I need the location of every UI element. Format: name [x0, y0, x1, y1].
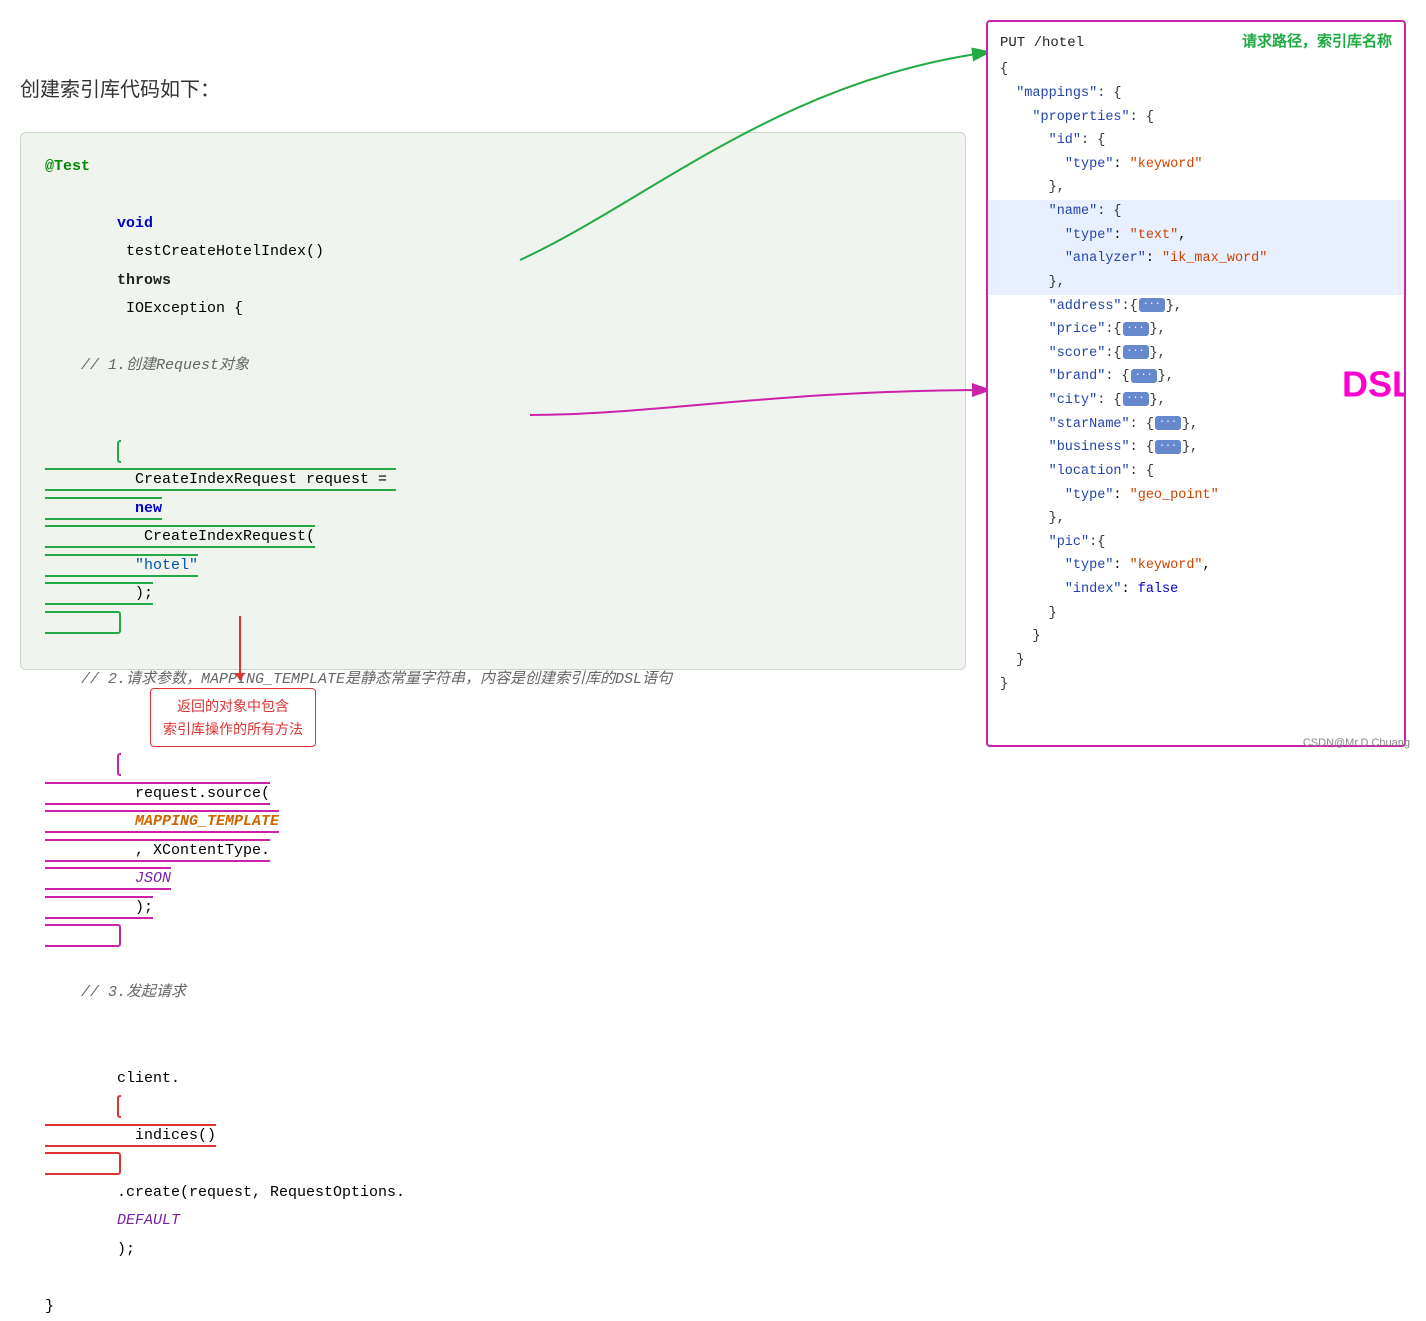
- json-type: JSON: [135, 870, 171, 887]
- comment-1: // 1.创建Request对象: [45, 352, 941, 381]
- json-l1: "mappings": {: [1000, 82, 1392, 106]
- json-l0: {: [1000, 58, 1392, 82]
- put-label: PUT /hotel: [1000, 31, 1084, 56]
- hotel-string: "hotel": [135, 557, 198, 574]
- code-line-4: client. indices() .create(request, Reque…: [45, 1008, 941, 1293]
- constructor: CreateIndexRequest(: [135, 528, 315, 545]
- json-l2: "properties": {: [1000, 106, 1392, 130]
- json-l12: "score":{···},: [1000, 342, 1392, 366]
- collapsed-brand: ···: [1131, 369, 1157, 383]
- json-l14: "city": {···},: [1000, 389, 1392, 413]
- json-l15: "starName": {···},: [1000, 413, 1392, 437]
- json-l3: "id": {: [1000, 129, 1392, 153]
- kw-void: void: [117, 215, 153, 232]
- json-l17: "location": {: [1000, 460, 1392, 484]
- dot-create: .create(request, RequestOptions.: [117, 1184, 405, 1201]
- indent-4: [117, 1041, 153, 1058]
- json-l22: "index": false: [1000, 578, 1392, 602]
- left-panel: 创建索引库代码如下： @Test void testCreateHotelInd…: [20, 20, 966, 747]
- indent-2: [117, 414, 153, 431]
- indices-method: indices(): [135, 1127, 216, 1144]
- code-block: @Test void testCreateHotelIndex() throws…: [20, 132, 966, 670]
- collapsed-business: ···: [1155, 440, 1181, 454]
- path-label: 请求路径，索引库名称: [1242, 30, 1392, 56]
- json-l13: "brand": {···},: [1000, 365, 1392, 389]
- json-l8: "analyzer": "ik_max_word": [988, 247, 1404, 271]
- main-container: 创建索引库代码如下： @Test void testCreateHotelInd…: [0, 0, 1426, 757]
- highlight-source: request.source( MAPPING_TEMPLATE , XCont…: [45, 753, 279, 947]
- json-l9: },: [988, 271, 1404, 295]
- class-name: CreateIndexRequest request =: [135, 471, 396, 488]
- comment-3: // 3.发起请求: [45, 979, 941, 1008]
- json-l24: }: [1000, 625, 1392, 649]
- collapsed-city: ···: [1123, 392, 1149, 406]
- json-l6: "name": {: [988, 200, 1404, 224]
- json-l10: "address":{···},: [1000, 295, 1392, 319]
- code-line-2: CreateIndexRequest request = new CreateI…: [45, 381, 941, 666]
- json-l16: "business": {···},: [1000, 436, 1392, 460]
- method-name: testCreateHotelIndex(): [117, 243, 333, 260]
- watermark: CSDN@Mr.D.Chuang: [1303, 737, 1410, 749]
- collapsed-score: ···: [1123, 345, 1149, 359]
- exception-name: IOException {: [117, 300, 243, 317]
- client-dot: client.: [117, 1070, 180, 1087]
- json-l19: },: [1000, 507, 1392, 531]
- highlight-create-request: CreateIndexRequest request = new CreateI…: [45, 440, 396, 634]
- kw-new: new: [135, 500, 162, 517]
- json-l20: "pic":{: [1000, 531, 1392, 555]
- json-l7: "type": "text",: [988, 224, 1404, 248]
- json-l4: "type": "keyword": [1000, 153, 1392, 177]
- json-l18: "type": "geo_point": [1000, 484, 1392, 508]
- page-title: 创建索引库代码如下：: [20, 73, 966, 102]
- close-source: );: [135, 899, 153, 916]
- annotation-test: @Test: [45, 153, 941, 182]
- arrow-head-red: [235, 673, 245, 681]
- json-l26: }: [1000, 673, 1392, 697]
- collapsed-starname: ···: [1155, 416, 1181, 430]
- code-close-brace: }: [45, 1293, 941, 1321]
- indent-3: [117, 728, 153, 745]
- close-create: );: [117, 1241, 135, 1258]
- highlight-indices: indices(): [45, 1095, 216, 1175]
- comma-space: , XContentType.: [135, 842, 270, 859]
- collapsed-address: ···: [1139, 298, 1165, 312]
- kw-throws: throws: [117, 272, 171, 289]
- annotation-line1: 返回的对象中包含: [177, 698, 289, 714]
- json-l23: }: [1000, 602, 1392, 626]
- request-source: request.source(: [135, 785, 270, 802]
- json-l21: "type": "keyword",: [1000, 554, 1392, 578]
- annotation-box: 返回的对象中包含 索引库操作的所有方法: [150, 688, 316, 747]
- right-panel: PUT /hotel 请求路径，索引库名称 { "mappings": { "p…: [986, 20, 1406, 747]
- json-l25: }: [1000, 649, 1392, 673]
- json-l5: },: [1000, 176, 1392, 200]
- arrow-line-red: [239, 616, 241, 674]
- code-line-1: void testCreateHotelIndex() throws IOExc…: [45, 181, 941, 352]
- mapping-template: MAPPING_TEMPLATE: [135, 813, 279, 830]
- default-option: DEFAULT: [117, 1212, 180, 1229]
- close-paren: );: [135, 585, 153, 602]
- json-header: PUT /hotel 请求路径，索引库名称: [1000, 30, 1392, 56]
- json-l11: "price":{···},: [1000, 318, 1392, 342]
- collapsed-price: ···: [1123, 322, 1149, 336]
- json-content: { "mappings": { "properties": { "id": { …: [1000, 58, 1392, 696]
- dsl-label: DSL: [1342, 352, 1406, 415]
- annotation-line2: 索引库操作的所有方法: [163, 721, 303, 737]
